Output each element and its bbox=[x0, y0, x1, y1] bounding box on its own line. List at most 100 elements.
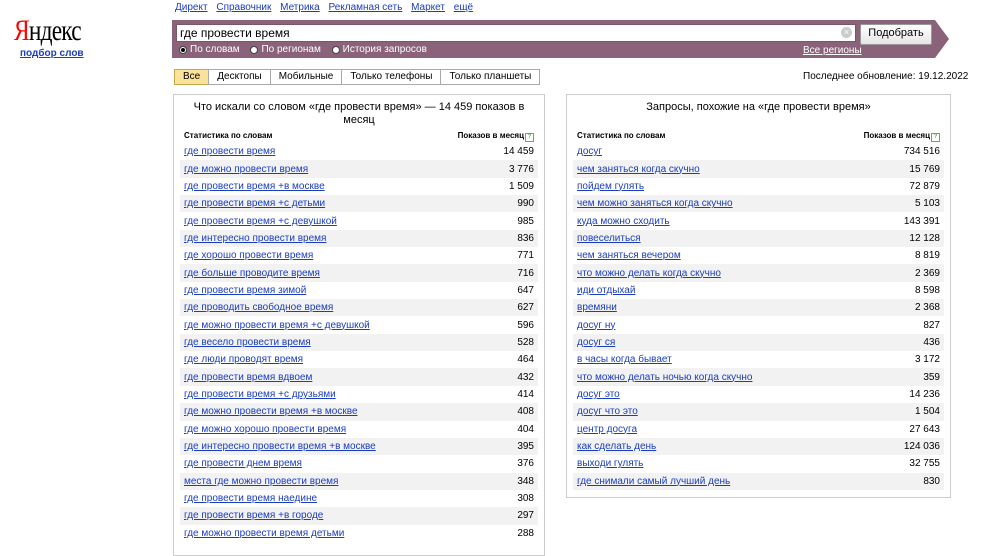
nav-direct[interactable]: Директ bbox=[175, 2, 208, 13]
phrase-link[interactable]: где проводить свободное время bbox=[184, 302, 333, 313]
radio-history[interactable]: История запросов bbox=[331, 44, 427, 55]
table-row: выходи гулять 32 755 bbox=[573, 455, 944, 472]
phrase-link[interactable]: иди отдыхай bbox=[577, 285, 635, 296]
table-row: где можно провести время 3 776 bbox=[180, 160, 538, 178]
phrase-link[interactable]: где провести время вдвоем bbox=[184, 372, 312, 383]
phrase-link[interactable]: где можно провести время +с девушкой bbox=[184, 320, 370, 331]
col-shows-label: Показов в месяц bbox=[457, 131, 524, 140]
phrase-link[interactable]: где интересно провести время bbox=[184, 233, 326, 244]
tab-all[interactable]: Все bbox=[174, 69, 210, 85]
radio-by-words[interactable]: По словам bbox=[179, 44, 240, 55]
phrase-link[interactable]: как сделать день bbox=[577, 441, 656, 452]
shows-count: 464 bbox=[517, 354, 534, 366]
phrase-link[interactable]: где люди проводят время bbox=[184, 354, 303, 365]
phrase-link[interactable]: где провести время наедине bbox=[184, 493, 317, 504]
phrase-link[interactable]: где провести время +в городе bbox=[184, 510, 323, 521]
wordstat-link[interactable]: подбор слов bbox=[20, 48, 84, 59]
shows-count: 404 bbox=[517, 423, 534, 435]
phrase-link[interactable]: что можно делать когда скучно bbox=[577, 268, 721, 279]
tab-mobile[interactable]: Мобильные bbox=[269, 69, 343, 85]
phrase-link[interactable]: что можно делать ночью когда скучно bbox=[577, 372, 752, 383]
table-row: в часы когда бывает 3 172 bbox=[573, 351, 944, 368]
phrase-link[interactable]: времяни bbox=[577, 302, 617, 313]
phrase-link[interactable]: где можно провести время детьми bbox=[184, 528, 344, 539]
phrase-link[interactable]: где провести время +с девушкой bbox=[184, 216, 337, 227]
phrase-link[interactable]: где провести время зимой bbox=[184, 285, 306, 296]
all-regions-link[interactable]: Все регионы bbox=[803, 45, 862, 56]
phrase-link[interactable]: где можно хорошо провести время bbox=[184, 424, 346, 435]
shows-count: 830 bbox=[923, 475, 940, 487]
phrase-link[interactable]: где провести время +в москве bbox=[184, 181, 325, 192]
nav-more[interactable]: ещё bbox=[454, 2, 473, 13]
logo-first-letter: Я bbox=[14, 14, 30, 47]
table-row: что можно делать когда скучно 2 369 bbox=[573, 264, 944, 282]
phrase-link[interactable]: досуг что это bbox=[577, 406, 638, 417]
table-row: где можно провести время +в москве 408 bbox=[180, 403, 538, 421]
table-row: повеселиться 12 128 bbox=[573, 229, 944, 248]
shows-count: 596 bbox=[517, 319, 534, 331]
shows-count: 2 368 bbox=[914, 302, 940, 314]
table-row: где провести время наедине 308 bbox=[180, 490, 538, 507]
phrase-link[interactable]: досуг ся bbox=[577, 337, 615, 348]
table-row: где можно хорошо провести время 404 bbox=[180, 421, 538, 438]
shows-count: 647 bbox=[517, 284, 534, 296]
pick-button[interactable]: Подобрать bbox=[860, 24, 932, 45]
phrase-link[interactable]: где весело провести время bbox=[184, 337, 311, 348]
phrase-link[interactable]: где провести днем время bbox=[184, 458, 302, 469]
help-icon[interactable]: ? bbox=[931, 133, 940, 142]
right-panel-title: Запросы, похожие на «где провести время» bbox=[646, 101, 871, 113]
radio-label: По регионам bbox=[261, 44, 321, 55]
phrase-link[interactable]: где интересно провести время +в москве bbox=[184, 441, 376, 452]
col-words-label: Статистика по словам bbox=[577, 131, 666, 140]
table-row: где проводить свободное время 627 bbox=[180, 299, 538, 317]
left-rows: где провести время 14 459 где можно провес… bbox=[180, 143, 538, 542]
shows-count: 27 643 bbox=[909, 423, 940, 435]
phrase-link[interactable]: пойдем гулять bbox=[577, 181, 644, 192]
phrase-link[interactable]: где провести время +с друзьями bbox=[184, 389, 336, 400]
tab-desktops[interactable]: Десктопы bbox=[208, 69, 271, 85]
phrase-link[interactable]: чем заняться когда скучно bbox=[577, 164, 700, 175]
phrase-link[interactable]: досуг это bbox=[577, 389, 620, 400]
phrase-link[interactable]: чем заняться вечером bbox=[577, 250, 681, 261]
phrase-link[interactable]: где провести время bbox=[184, 146, 275, 157]
phrase-link[interactable]: в часы когда бывает bbox=[577, 354, 672, 365]
phrase-link[interactable]: досуг ну bbox=[577, 320, 615, 331]
nav-help[interactable]: Справочник bbox=[216, 2, 271, 13]
phrase-link[interactable]: где можно провести время bbox=[184, 164, 308, 175]
phrase-link[interactable]: где провести время +с детьми bbox=[184, 198, 325, 209]
phrase-link[interactable]: досуг bbox=[577, 146, 602, 157]
table-row: пойдем гулять 72 879 bbox=[573, 178, 944, 195]
clear-icon[interactable]: × bbox=[841, 27, 852, 38]
radio-by-regions[interactable]: По регионам bbox=[250, 44, 321, 55]
phrase-link[interactable]: где можно провести время +в москве bbox=[184, 406, 358, 417]
phrase-link[interactable]: где снимали самый лучший день bbox=[577, 476, 730, 487]
radio-dot-icon bbox=[250, 45, 259, 54]
shows-count: 3 776 bbox=[508, 163, 534, 175]
table-row: где провести время вдвоем 432 bbox=[180, 368, 538, 386]
phrase-link[interactable]: выходи гулять bbox=[577, 458, 643, 469]
search-input[interactable] bbox=[176, 24, 856, 42]
phrase-link[interactable]: чем можно заняться когда скучно bbox=[577, 198, 733, 209]
shows-count: 408 bbox=[517, 406, 534, 418]
right-col-head: Статистика по словам Показов в месяц? bbox=[577, 131, 940, 142]
nav-market[interactable]: Маркет bbox=[411, 2, 445, 13]
table-row: чем заняться когда скучно 15 769 bbox=[573, 160, 944, 178]
help-icon[interactable]: ? bbox=[525, 133, 534, 142]
phrase-link[interactable]: где больше проводите время bbox=[184, 268, 320, 279]
tab-tablets[interactable]: Только планшеты bbox=[440, 69, 541, 85]
phrase-link[interactable]: центр досуга bbox=[577, 424, 637, 435]
col-shows-header: Показов в месяц? bbox=[458, 131, 534, 142]
yandex-logo[interactable]: Яндекс bbox=[14, 14, 82, 48]
nav-ad-network[interactable]: Рекламная сеть bbox=[328, 2, 402, 13]
nav-metrika[interactable]: Метрика bbox=[280, 2, 320, 13]
phrase-link[interactable]: повеселиться bbox=[577, 233, 641, 244]
mode-radios: По словам По регионам История запросов bbox=[179, 44, 435, 57]
table-row: где снимали самый лучший день 830 bbox=[573, 472, 944, 490]
phrase-link[interactable]: куда можно сходить bbox=[577, 216, 670, 227]
table-row: досуг 734 516 bbox=[573, 143, 944, 160]
tab-phones[interactable]: Только телефоны bbox=[341, 69, 442, 85]
table-row: где хорошо провести время 771 bbox=[180, 247, 538, 264]
phrase-link[interactable]: места где можно провести время bbox=[184, 476, 338, 487]
phrase-link[interactable]: где хорошо провести время bbox=[184, 250, 313, 261]
radio-dot-icon bbox=[331, 45, 340, 54]
